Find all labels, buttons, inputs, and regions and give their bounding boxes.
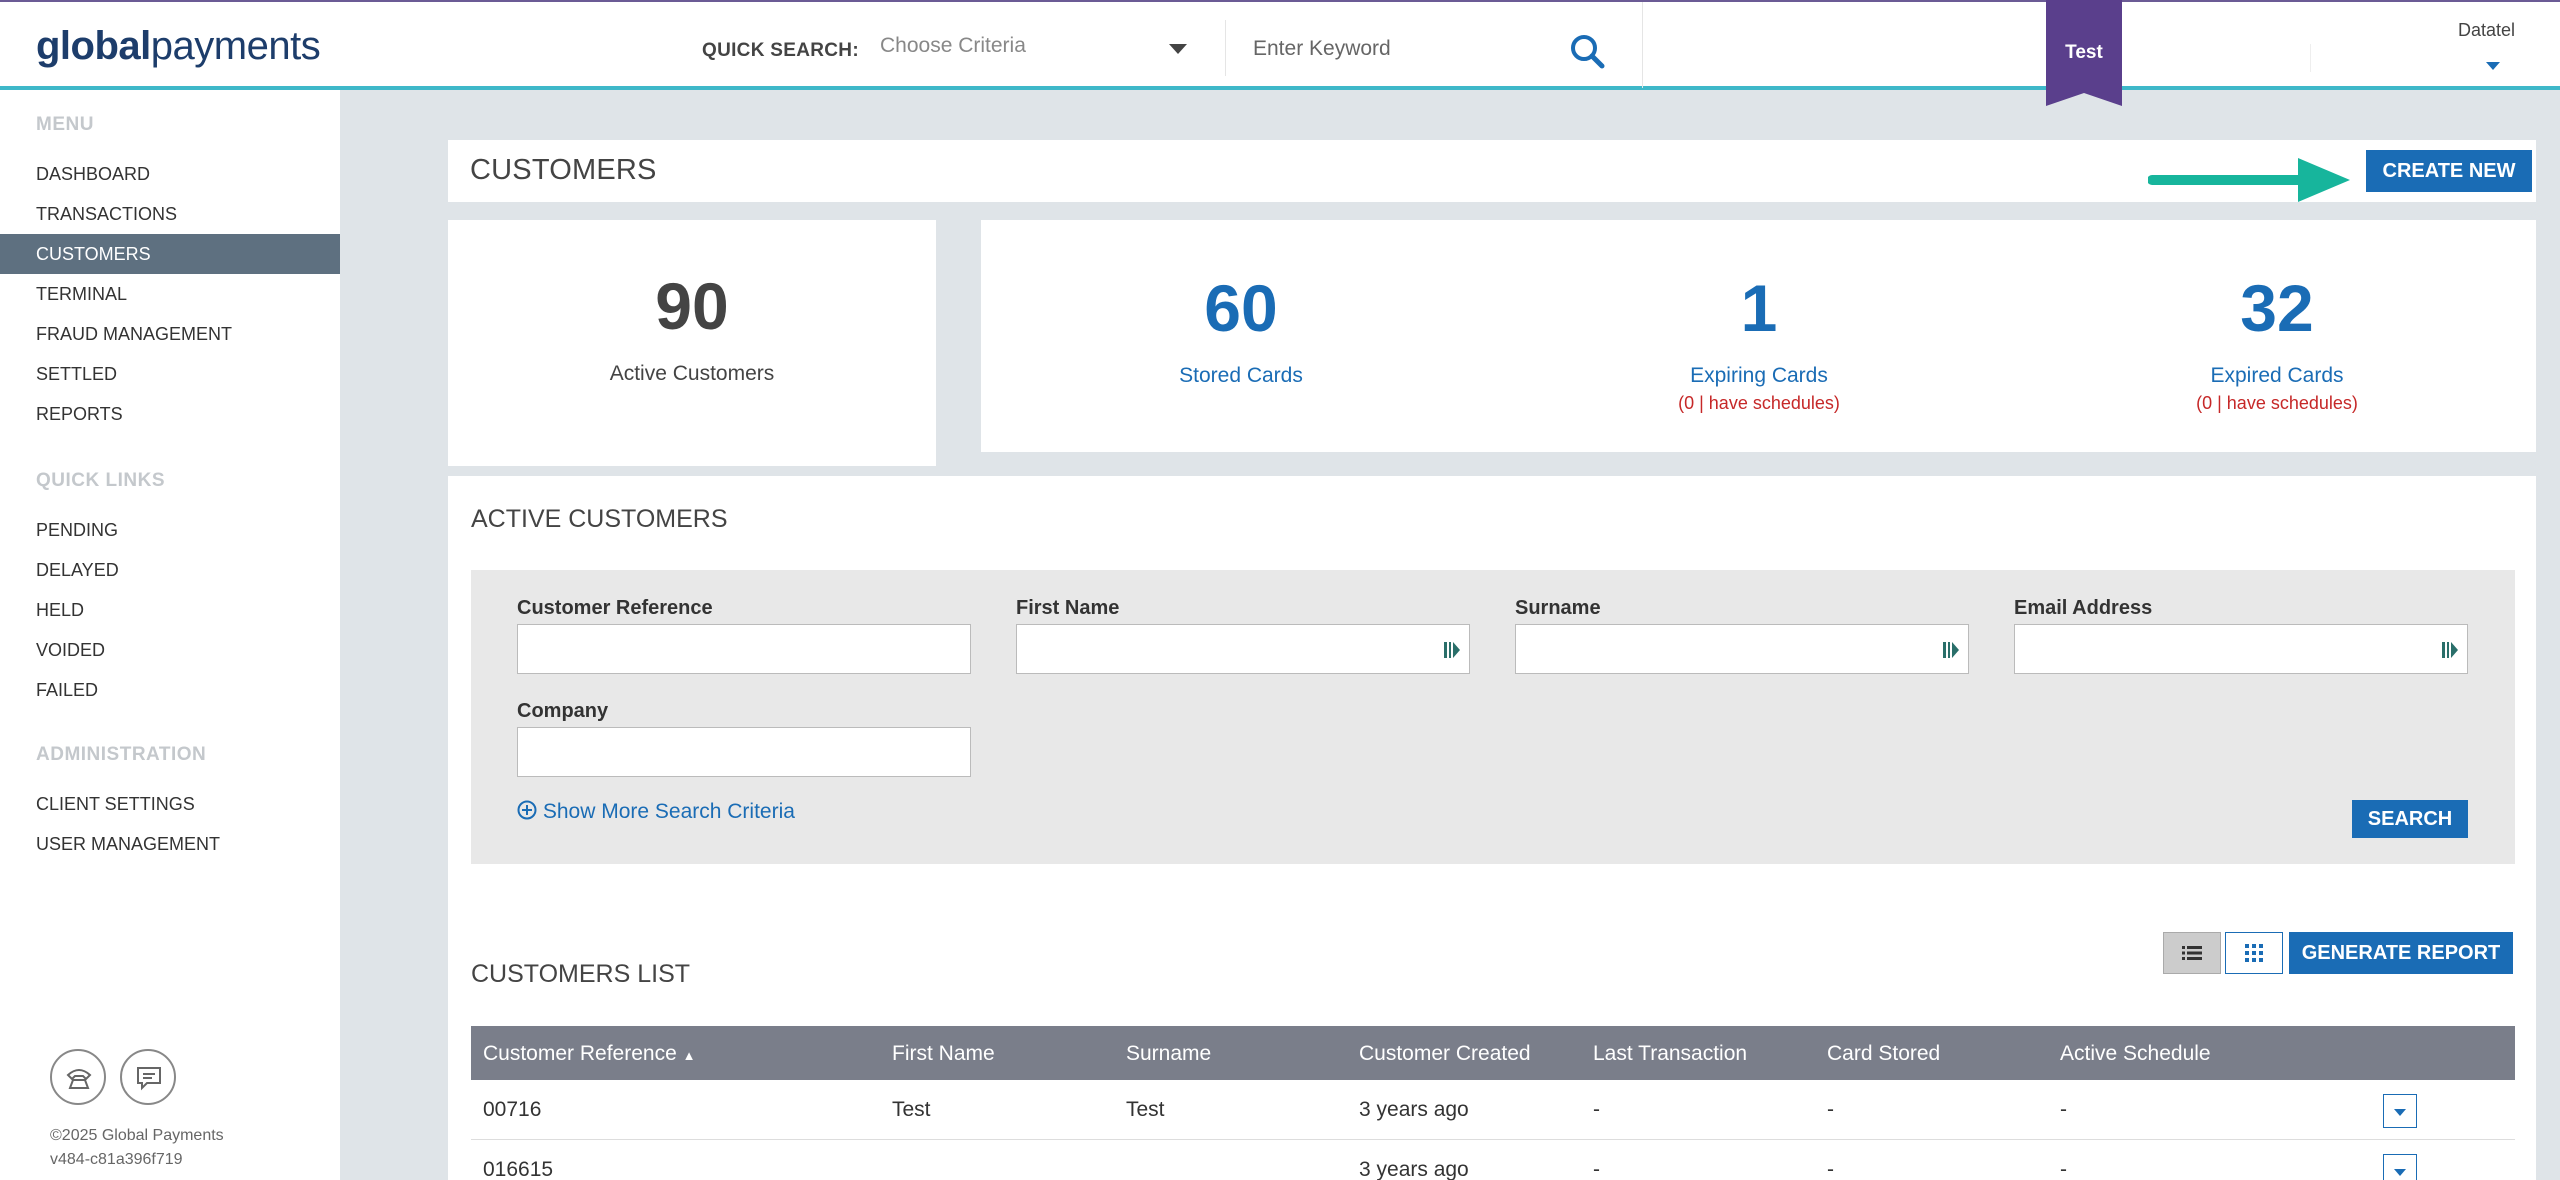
autofill-icon[interactable]: [1443, 639, 1461, 661]
cell-reference: 016615: [483, 1158, 554, 1180]
expired-cards-schedules: (0 | have schedules): [2196, 393, 2358, 413]
stored-cards-link[interactable]: Stored Cards: [1091, 364, 1391, 388]
first-name-input[interactable]: [1016, 624, 1470, 674]
keyword-input[interactable]: [1253, 24, 1553, 74]
company-input[interactable]: [517, 727, 971, 777]
column-surname[interactable]: Surname: [1126, 1042, 1211, 1066]
cell-surname: Test: [1126, 1098, 1165, 1121]
chevron-down-icon[interactable]: [2486, 62, 2500, 70]
expiring-cards-link[interactable]: Expiring Cards: [1609, 364, 1909, 388]
copyright-text: ©2025 Global Payments: [50, 1127, 224, 1144]
list-view-button[interactable]: [2163, 932, 2221, 974]
sidebar-item-customers[interactable]: CUSTOMERS: [0, 234, 340, 274]
active-customers-count: 90: [655, 269, 729, 343]
plus-circle-icon: [517, 800, 537, 820]
top-bar: globalpayments QUICK SEARCH: Choose Crit…: [0, 0, 2560, 90]
user-menu[interactable]: [2310, 44, 2510, 72]
stored-cards-count[interactable]: 60: [1141, 270, 1341, 346]
cell-first-name: Test: [892, 1098, 931, 1121]
show-more-label: Show More Search Criteria: [542, 800, 795, 823]
quick-search-label: QUICK SEARCH:: [702, 40, 859, 61]
expired-cards-link[interactable]: Expired Cards: [2127, 364, 2427, 388]
customer-reference-input[interactable]: [517, 624, 971, 674]
expired-cards-count[interactable]: 32: [2177, 270, 2377, 346]
column-card-stored[interactable]: Card Stored: [1827, 1042, 1940, 1066]
sidebar-item-transactions[interactable]: TRANSACTIONS: [0, 194, 340, 234]
cell-active-schedule: -: [2060, 1158, 2067, 1180]
column-customer-created[interactable]: Customer Created: [1359, 1042, 1531, 1066]
cell-last-transaction: -: [1593, 1158, 1600, 1180]
customers-list-title: CUSTOMERS LIST: [471, 960, 691, 988]
divider: [1642, 2, 1643, 88]
sidebar-item-delayed[interactable]: DELAYED: [0, 550, 340, 590]
sidebar-item-voided[interactable]: VOIDED: [0, 630, 340, 670]
administration-heading: ADMINISTRATION: [36, 744, 207, 765]
sidebar-item-dashboard[interactable]: DASHBOARD: [0, 154, 340, 194]
row-actions-dropdown[interactable]: [2383, 1094, 2417, 1128]
sidebar-item-reports[interactable]: REPORTS: [0, 394, 340, 434]
sidebar: MENU DASHBOARD TRANSACTIONS CUSTOMERS TE…: [0, 90, 340, 1180]
page-title: CUSTOMERS: [470, 154, 657, 186]
copyright: ©2025 Global Payments v484-c81a396f719: [50, 1124, 224, 1172]
generate-report-button[interactable]: GENERATE REPORT: [2289, 932, 2513, 974]
row-actions-dropdown[interactable]: [2383, 1154, 2417, 1180]
sidebar-item-pending[interactable]: PENDING: [0, 510, 340, 550]
sidebar-item-failed[interactable]: FAILED: [0, 670, 340, 710]
environment-ribbon: Test: [2046, 0, 2122, 106]
list-icon: [2182, 946, 2202, 960]
logo[interactable]: globalpayments: [36, 24, 321, 69]
menu-heading: MENU: [36, 114, 94, 135]
expiring-cards-schedules: (0 | have schedules): [1678, 393, 1840, 413]
sort-asc-icon: ▲: [682, 1048, 696, 1063]
chat-icon[interactable]: [120, 1049, 176, 1105]
table-row[interactable]: 016615 3 years ago - - -: [471, 1140, 2515, 1180]
customer-reference-label: Customer Reference: [517, 597, 713, 619]
first-name-label: First Name: [1016, 597, 1120, 619]
sidebar-item-held[interactable]: HELD: [0, 590, 340, 630]
cell-created: 3 years ago: [1359, 1098, 1469, 1121]
table-header: Customer Reference ▲ First Name Surname …: [471, 1026, 2515, 1080]
cell-card-stored: -: [1827, 1158, 1834, 1180]
surname-label: Surname: [1515, 597, 1601, 619]
create-new-button[interactable]: CREATE NEW: [2366, 150, 2532, 192]
quick-links-heading: QUICK LINKS: [36, 470, 165, 491]
phone-icon[interactable]: [50, 1049, 106, 1105]
sidebar-item-settled[interactable]: SETTLED: [0, 354, 340, 394]
cell-created: 3 years ago: [1359, 1158, 1469, 1180]
email-input[interactable]: [2014, 624, 2468, 674]
expiring-cards-count[interactable]: 1: [1659, 270, 1859, 346]
autofill-icon[interactable]: [2441, 639, 2459, 661]
criteria-placeholder: Choose Criteria: [880, 34, 1026, 57]
column-last-transaction[interactable]: Last Transaction: [1593, 1042, 1747, 1066]
surname-input[interactable]: [1515, 624, 1969, 674]
column-active-schedule[interactable]: Active Schedule: [2060, 1042, 2211, 1066]
search-icon[interactable]: [1568, 32, 1606, 70]
column-label: Customer Reference: [483, 1042, 677, 1065]
table-row[interactable]: 00716 Test Test 3 years ago - - -: [471, 1080, 2515, 1140]
user-name[interactable]: Datatel: [2458, 20, 2515, 41]
chevron-down-icon: [1169, 44, 1187, 54]
grid-view-button[interactable]: [2225, 932, 2283, 974]
criteria-select[interactable]: Choose Criteria: [866, 20, 1226, 76]
active-customers-title: ACTIVE CUSTOMERS: [471, 505, 728, 533]
cell-last-transaction: -: [1593, 1098, 1600, 1121]
search-button[interactable]: SEARCH: [2352, 800, 2468, 838]
version-text: v484-c81a396f719: [50, 1151, 183, 1168]
cell-reference: 00716: [483, 1098, 542, 1121]
grid-icon: [2245, 944, 2263, 962]
cell-active-schedule: -: [2060, 1098, 2067, 1121]
sidebar-item-user-management[interactable]: USER MANAGEMENT: [0, 824, 340, 864]
column-customer-reference[interactable]: Customer Reference ▲: [483, 1042, 695, 1066]
show-more-criteria-link[interactable]: Show More Search Criteria: [517, 800, 795, 824]
sidebar-item-client-settings[interactable]: CLIENT SETTINGS: [0, 784, 340, 824]
company-label: Company: [517, 700, 609, 722]
autofill-icon[interactable]: [1942, 639, 1960, 661]
email-label: Email Address: [2014, 597, 2153, 619]
arrow-right-icon: [2148, 158, 2350, 202]
column-first-name[interactable]: First Name: [892, 1042, 995, 1066]
sidebar-item-terminal[interactable]: TERMINAL: [0, 274, 340, 314]
sidebar-item-fraud-management[interactable]: FRAUD MANAGEMENT: [0, 314, 340, 354]
active-customers-label: Active Customers: [609, 362, 775, 385]
cell-card-stored: -: [1827, 1098, 1834, 1121]
